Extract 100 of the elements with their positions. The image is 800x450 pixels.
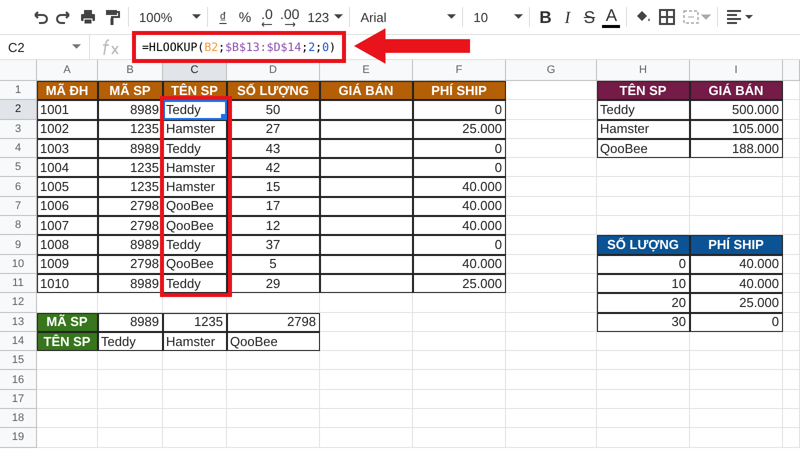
table-cell[interactable]: 8989: [98, 312, 163, 332]
table-cell[interactable]: 8989: [98, 100, 163, 120]
table-cell[interactable]: 8989: [98, 274, 163, 294]
table-cell[interactable]: Hamster: [597, 120, 690, 139]
row-header[interactable]: 15: [0, 351, 37, 370]
header-cell[interactable]: MÃ SP: [37, 312, 98, 332]
table-cell[interactable]: 0: [690, 312, 783, 332]
table-cell[interactable]: 1235: [98, 158, 163, 178]
header-cell[interactable]: TÊN SP: [597, 81, 690, 100]
row-header[interactable]: 10: [0, 254, 37, 274]
table-cell[interactable]: 50: [227, 100, 320, 120]
table-cell[interactable]: 25.000: [413, 120, 506, 139]
row-header[interactable]: 12: [0, 293, 37, 313]
toolbar-dropdown[interactable]: 10: [469, 10, 524, 24]
row-header[interactable]: 11: [0, 274, 37, 294]
header-cell[interactable]: SỐ LƯỢNG: [597, 235, 690, 255]
table-cell[interactable]: 1003: [37, 138, 98, 158]
table-cell[interactable]: 40.000: [413, 216, 506, 236]
row-header[interactable]: 19: [0, 428, 37, 448]
header-cell[interactable]: PHÍ SHIP: [413, 81, 506, 100]
table-cell[interactable]: 1235: [98, 177, 163, 197]
row-header[interactable]: 18: [0, 409, 37, 428]
table-cell[interactable]: 0: [413, 158, 506, 178]
table-cell[interactable]: 25.000: [690, 293, 783, 313]
row-header[interactable]: 17: [0, 390, 37, 410]
table-cell[interactable]: 42: [227, 158, 320, 178]
toolbar-button[interactable]: %: [236, 8, 254, 26]
table-cell[interactable]: 40.000: [690, 254, 783, 274]
table-cell[interactable]: QooBee: [163, 254, 227, 274]
row-header[interactable]: 3: [0, 120, 37, 139]
table-cell[interactable]: 12: [227, 216, 320, 236]
table-cell[interactable]: 40.000: [413, 254, 506, 274]
toolbar-button[interactable]: .00: [280, 7, 300, 27]
column-header[interactable]: I: [690, 60, 783, 81]
table-cell[interactable]: 8989: [98, 235, 163, 255]
toolbar-button[interactable]: S: [580, 8, 598, 26]
table-cell[interactable]: 1002: [37, 120, 98, 139]
table-cell[interactable]: 2798: [98, 254, 163, 274]
table-cell[interactable]: 17: [227, 196, 320, 216]
table-cell[interactable]: 1008: [37, 235, 98, 255]
row-header[interactable]: 14: [0, 332, 37, 352]
table-cell[interactable]: 1001: [37, 100, 98, 120]
table-cell[interactable]: 10: [597, 274, 690, 294]
row-header[interactable]: 13: [0, 312, 37, 332]
table-cell[interactable]: 2798: [98, 216, 163, 236]
column-header[interactable]: H: [597, 60, 690, 81]
table-cell[interactable]: 500.000: [690, 100, 783, 120]
row-header[interactable]: 1: [0, 81, 37, 100]
table-cell[interactable]: 43: [227, 138, 320, 158]
table-cell[interactable]: QooBee: [163, 196, 227, 216]
table-cell[interactable]: 105.000: [690, 120, 783, 139]
table-cell[interactable]: 188.000: [690, 138, 783, 158]
table-cell[interactable]: 1235: [163, 312, 227, 332]
table-cell[interactable]: 40.000: [690, 274, 783, 294]
table-cell[interactable]: Hamster: [163, 332, 227, 352]
table-cell[interactable]: Hamster: [163, 158, 227, 178]
table-cell[interactable]: 0: [413, 100, 506, 120]
table-cell[interactable]: Hamster: [163, 177, 227, 197]
table-cell[interactable]: 20: [597, 293, 690, 313]
toolbar-dropdown[interactable]: 123: [303, 10, 344, 24]
header-cell[interactable]: GIÁ BÁN: [690, 81, 783, 100]
table-cell[interactable]: 15: [227, 177, 320, 197]
table-cell[interactable]: 5: [227, 254, 320, 274]
column-header[interactable]: F: [413, 60, 506, 81]
table-cell[interactable]: 27: [227, 120, 320, 139]
header-cell[interactable]: PHÍ SHIP: [690, 235, 783, 255]
table-cell[interactable]: 2798: [98, 196, 163, 216]
row-header[interactable]: 9: [0, 235, 37, 255]
table-cell[interactable]: 1006: [37, 196, 98, 216]
table-cell[interactable]: 30: [597, 312, 690, 332]
row-header[interactable]: 4: [0, 138, 37, 158]
table-cell[interactable]: 1004: [37, 158, 98, 178]
table-cell[interactable]: 29: [227, 274, 320, 294]
table-cell[interactable]: 8989: [98, 138, 163, 158]
table-cell[interactable]: Teddy: [163, 235, 227, 255]
table-cell[interactable]: 1010: [37, 274, 98, 294]
table-cell[interactable]: QooBee: [597, 138, 690, 158]
header-cell[interactable]: MÃ ĐH: [37, 81, 98, 100]
table-cell[interactable]: Teddy: [597, 100, 690, 120]
toolbar-dropdown[interactable]: Arial: [356, 10, 456, 24]
row-header[interactable]: 8: [0, 216, 37, 236]
row-header[interactable]: 6: [0, 177, 37, 197]
toolbar-dropdown[interactable]: 100%: [135, 10, 201, 24]
table-cell[interactable]: Teddy: [98, 332, 163, 352]
toolbar-button[interactable]: I: [558, 8, 576, 26]
table-cell[interactable]: 1235: [98, 120, 163, 139]
toolbar-button[interactable]: A: [602, 6, 620, 28]
column-header[interactable]: E: [320, 60, 413, 81]
header-cell[interactable]: MÃ SP: [98, 81, 163, 100]
toolbar-button[interactable]: ₫: [214, 8, 232, 26]
table-cell[interactable]: 1005: [37, 177, 98, 197]
row-header[interactable]: 2: [0, 100, 37, 120]
name-box[interactable]: C2: [0, 35, 90, 59]
table-cell[interactable]: 25.000: [413, 274, 506, 294]
table-cell[interactable]: Hamster: [163, 120, 227, 139]
table-cell[interactable]: 1009: [37, 254, 98, 274]
table-cell[interactable]: 40.000: [413, 196, 506, 216]
table-cell[interactable]: Teddy: [163, 138, 227, 158]
table-cell[interactable]: 0: [597, 254, 690, 274]
table-cell[interactable]: 2798: [227, 312, 320, 332]
